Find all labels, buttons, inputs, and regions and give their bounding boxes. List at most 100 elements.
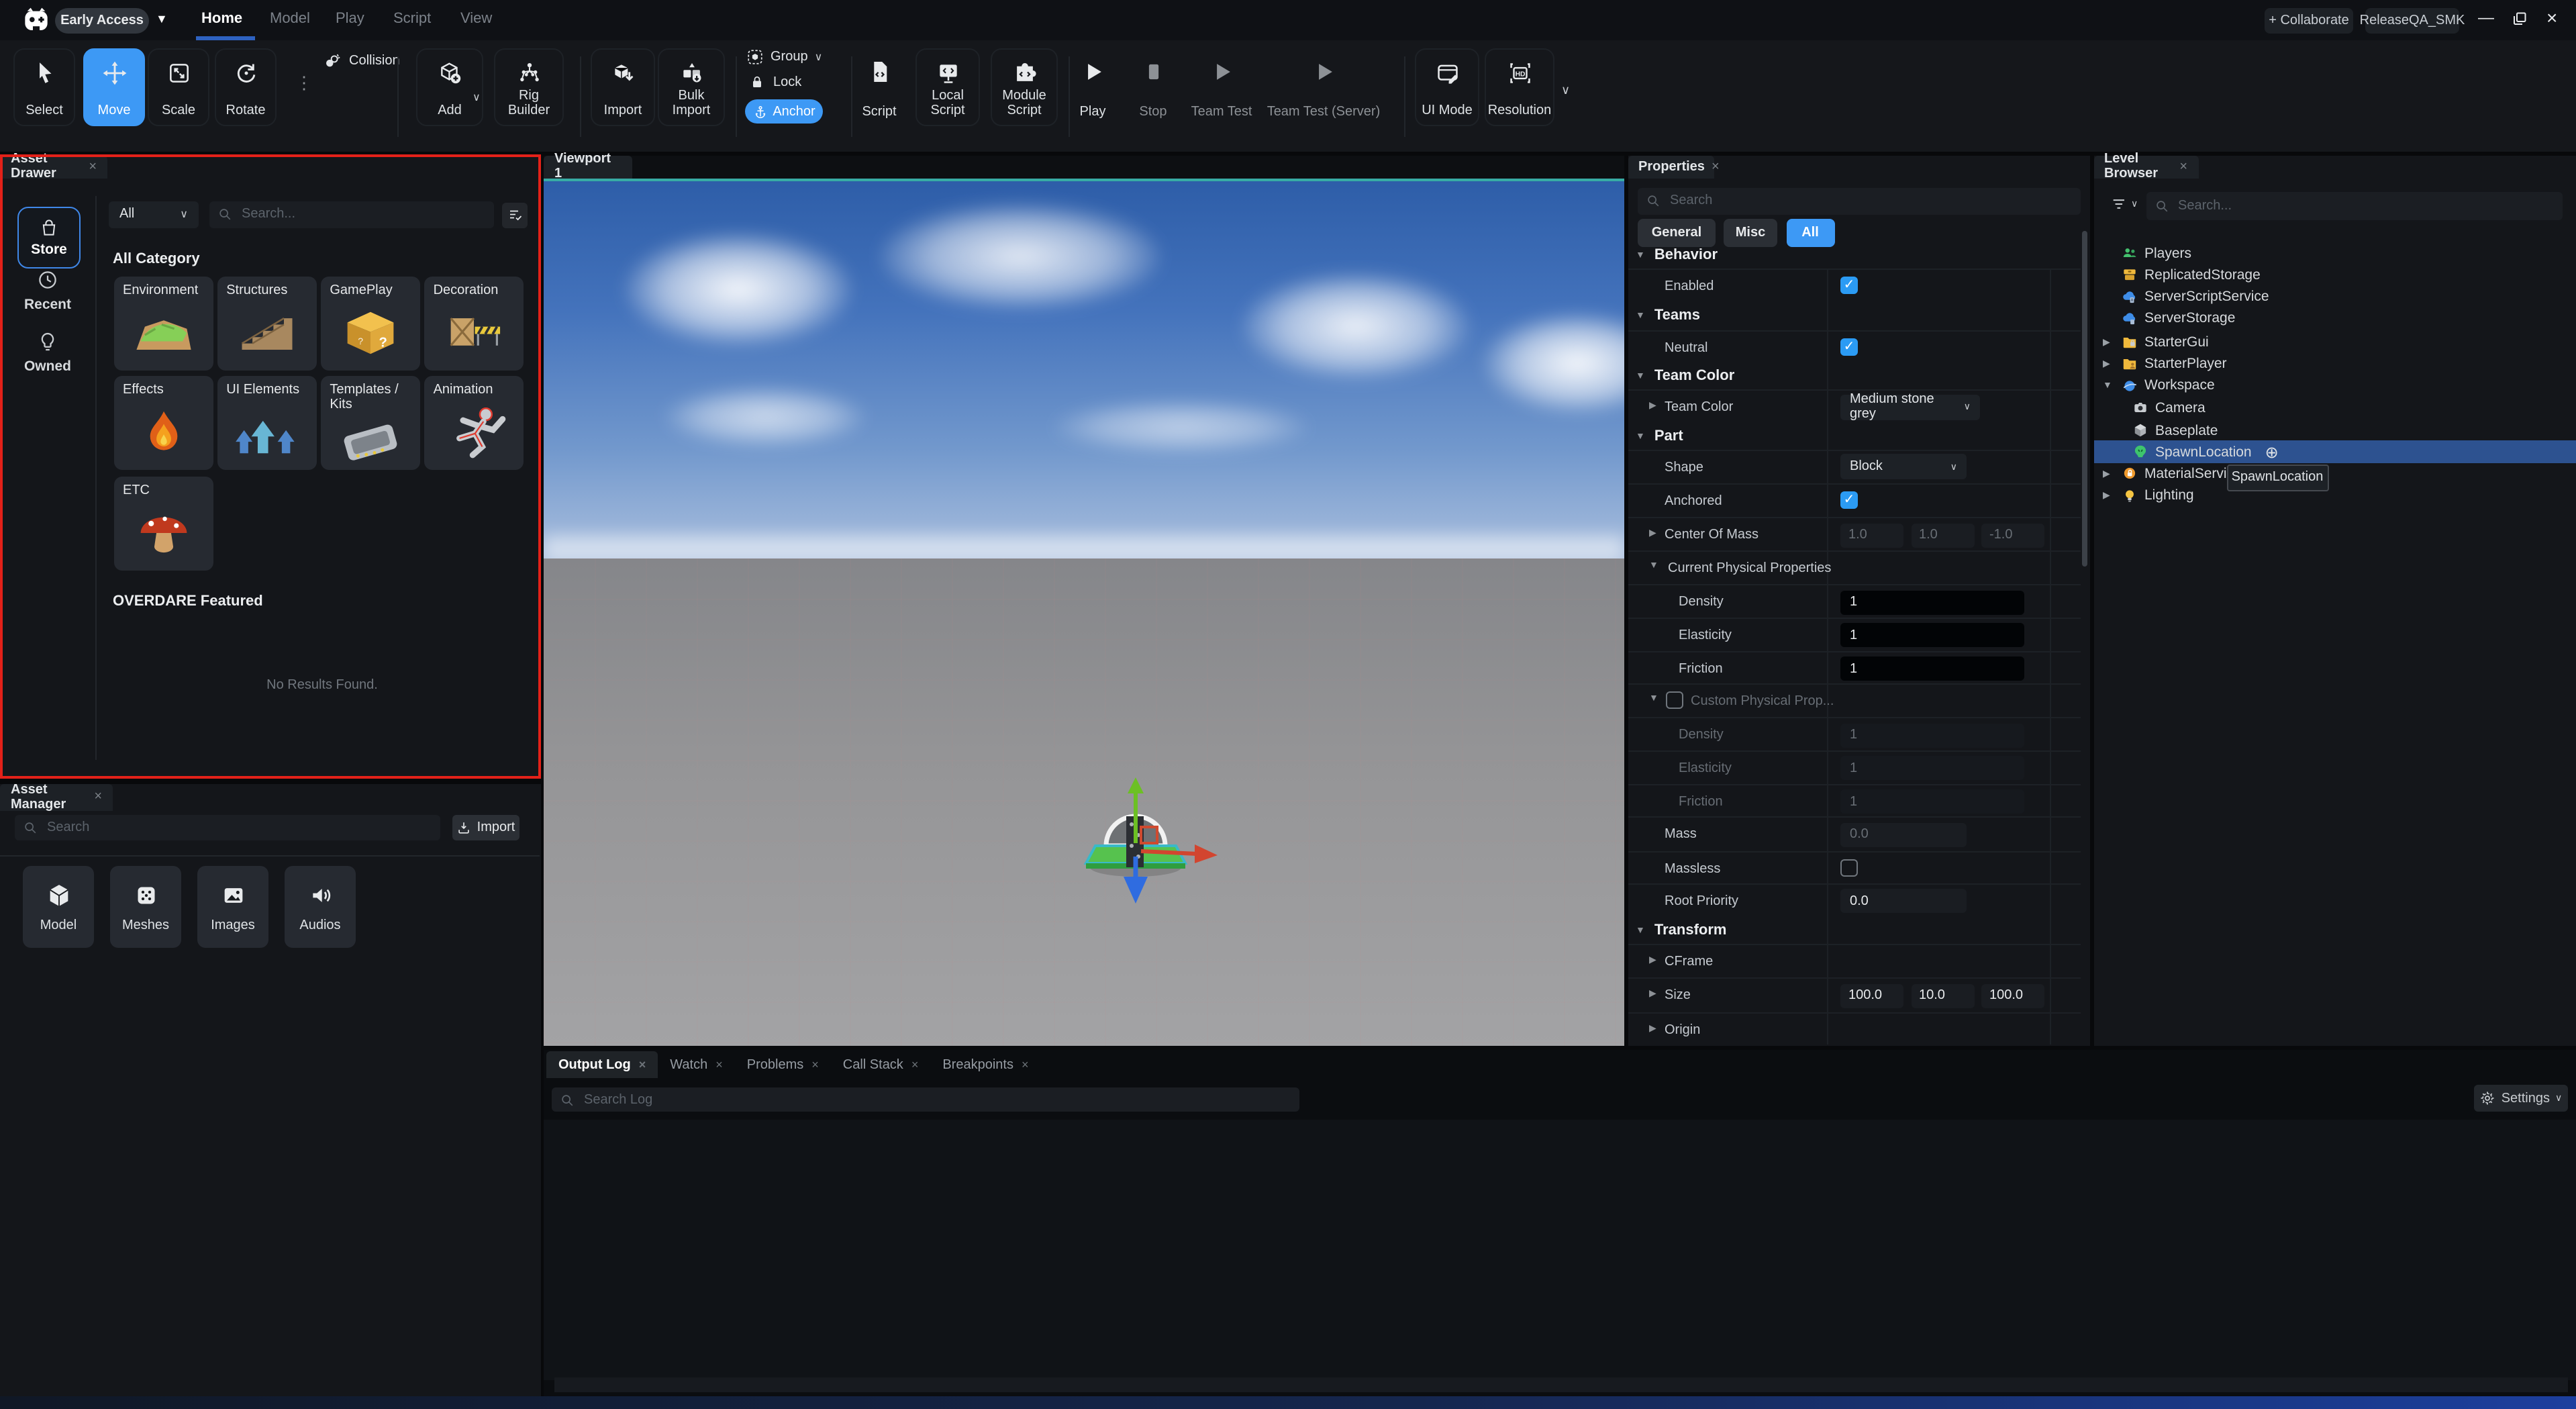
tree-item-starter-gui[interactable]: ▶ StarterGui	[2093, 331, 2576, 353]
expand-caret-icon[interactable]: ▶	[1649, 988, 1656, 999]
transform-section-header[interactable]: ▼Transform	[1628, 918, 2080, 943]
resolution-chevron-icon[interactable]: ∨	[1561, 83, 1570, 98]
menu-tab-script[interactable]: Script	[393, 11, 431, 27]
asset-manager-tab[interactable]: Asset Manager ×	[0, 784, 113, 810]
com-z-field[interactable]: -1.0	[1981, 523, 2044, 547]
massless-checkbox[interactable]	[1840, 859, 1858, 876]
tab-close-icon[interactable]: ×	[811, 1058, 819, 1071]
log-search-input[interactable]	[581, 1091, 1291, 1108]
category-filter-dropdown[interactable]: All ∨	[109, 201, 199, 228]
expand-caret-icon[interactable]: ▶	[2103, 469, 2114, 479]
lock-button[interactable]: Lock	[749, 74, 801, 90]
expand-caret-icon[interactable]: ▶	[1649, 400, 1656, 411]
tab-call-stack[interactable]: Call Stack×	[831, 1051, 931, 1078]
size-y-field[interactable]: 10.0	[1911, 983, 1974, 1008]
tab-close-icon[interactable]: ×	[715, 1058, 723, 1071]
expand-caret-icon[interactable]: ▶	[1649, 528, 1656, 538]
tab-watch[interactable]: Watch×	[658, 1051, 734, 1078]
expand-caret-icon[interactable]: ▶	[2103, 358, 2114, 369]
team-color-section-header[interactable]: ▼Team Color	[1628, 363, 2080, 389]
team-test-server-button[interactable]: Team Test (Server)	[1265, 48, 1383, 126]
tree-item-replicated-storage[interactable]: ReplicatedStorage	[2093, 264, 2576, 286]
tab-close-icon[interactable]: ×	[911, 1058, 919, 1071]
level-browser-close-icon[interactable]: ×	[2179, 160, 2187, 175]
asset-type-images[interactable]: Images	[197, 866, 268, 948]
import-button[interactable]: Import	[591, 48, 655, 126]
com-x-field[interactable]: 1.0	[1840, 523, 1903, 547]
asset-manager-close-icon[interactable]: ×	[94, 790, 102, 805]
friction-field[interactable]: 1	[1840, 657, 2024, 681]
tree-item-players[interactable]: Players	[2093, 242, 2576, 264]
asset-import-button[interactable]: Import	[452, 815, 519, 840]
asset-manager-search-input[interactable]	[44, 819, 432, 836]
expand-caret-icon[interactable]: ▶	[1649, 955, 1656, 965]
anchored-checkbox[interactable]: ✓	[1840, 491, 1858, 508]
tree-item-workspace[interactable]: ▼ Workspace	[2093, 375, 2576, 397]
menu-tab-model[interactable]: Model	[270, 11, 310, 27]
category-card-ui-elements[interactable]: UI Elements	[217, 377, 316, 471]
tab-breakpoints[interactable]: Breakpoints×	[930, 1051, 1040, 1078]
tab-close-icon[interactable]: ×	[639, 1058, 646, 1071]
density-field[interactable]: 1	[1840, 590, 2024, 614]
local-script-button[interactable]: Local Script	[915, 48, 980, 126]
elasticity-field[interactable]: 1	[1840, 623, 2024, 647]
add-chevron-icon[interactable]: ∨	[473, 91, 481, 103]
tree-filter-button[interactable]: ∨	[2110, 194, 2138, 213]
anchor-button[interactable]: Anchor	[745, 99, 823, 124]
window-restore-button[interactable]	[2512, 11, 2528, 27]
scale-tool-button[interactable]: Scale	[148, 48, 209, 126]
select-tool-button[interactable]: Select	[13, 48, 75, 126]
asset-drawer-tab[interactable]: Asset Drawer ×	[0, 155, 107, 179]
size-z-field[interactable]: 100.0	[1981, 983, 2044, 1008]
mass-field[interactable]: 0.0	[1840, 822, 1967, 846]
menu-tab-play[interactable]: Play	[336, 11, 364, 27]
tree-search-input[interactable]	[2175, 197, 2554, 215]
module-script-button[interactable]: Module Script	[991, 48, 1058, 126]
tree-item-server-storage[interactable]: ServerStorage	[2093, 307, 2576, 330]
move-tool-button[interactable]: Move	[83, 48, 145, 126]
asset-filter-button[interactable]	[502, 202, 528, 228]
store-nav-button[interactable]: Store	[17, 206, 81, 268]
asset-type-meshes[interactable]: Meshes	[110, 866, 181, 948]
asset-search-input[interactable]	[239, 205, 486, 223]
tree-item-material-service[interactable]: ▶ MaterialService	[2093, 463, 2576, 485]
recent-nav-button[interactable]: Recent	[16, 268, 79, 312]
group-button[interactable]: Group ∨	[746, 48, 822, 66]
tree-item-baseplate[interactable]: Baseplate	[2093, 420, 2576, 442]
properties-tab[interactable]: Properties ×	[1628, 155, 1714, 179]
menu-tab-view[interactable]: View	[460, 11, 492, 27]
move-gizmo[interactable]	[1055, 775, 1230, 910]
custom-physical-header-row[interactable]: ▼ Custom Physical Prop...	[1628, 683, 2080, 716]
script-button[interactable]: Script	[848, 48, 910, 126]
window-close-button[interactable]: ×	[2546, 7, 2557, 28]
tree-item-server-script-service[interactable]: ServerScriptService	[2093, 286, 2576, 308]
rotate-tool-button[interactable]: Rotate	[215, 48, 277, 126]
custom-friction-field[interactable]: 1	[1840, 789, 2024, 814]
tree-item-spawn-location[interactable]: SpawnLocation ⊕	[2093, 441, 2576, 463]
category-card-environment[interactable]: Environment	[113, 276, 213, 370]
stop-button[interactable]: Stop	[1125, 48, 1181, 126]
window-minimize-button[interactable]: —	[2478, 8, 2494, 27]
properties-close-icon[interactable]: ×	[1712, 160, 1720, 175]
part-section-header[interactable]: ▼Part	[1628, 424, 2080, 449]
asset-drawer-close-icon[interactable]: ×	[89, 160, 97, 175]
properties-scrollbar[interactable]	[2081, 230, 2087, 566]
collision-toggle[interactable]: Collision	[322, 51, 400, 71]
rig-builder-button[interactable]: Rig Builder	[494, 48, 564, 126]
teams-section-header[interactable]: ▼Teams	[1628, 303, 2080, 328]
neutral-checkbox[interactable]: ✓	[1840, 338, 1858, 355]
properties-search-input[interactable]	[1667, 192, 2073, 209]
custom-density-field[interactable]: 1	[1840, 723, 2024, 747]
collaborate-button[interactable]: + Collaborate	[2265, 8, 2353, 34]
team-color-dropdown[interactable]: Medium stone grey∨	[1840, 394, 1980, 420]
expand-caret-icon[interactable]: ▶	[2103, 491, 2114, 501]
expand-caret-icon[interactable]: ▶	[1649, 1022, 1656, 1033]
size-x-field[interactable]: 100.0	[1840, 983, 1903, 1008]
custom-physical-checkbox[interactable]	[1665, 691, 1683, 709]
behavior-section-header[interactable]: ▼Behavior	[1628, 242, 2080, 268]
com-y-field[interactable]: 1.0	[1911, 523, 1974, 547]
bulk-import-button[interactable]: Bulk Import	[658, 48, 725, 126]
log-settings-button[interactable]: Settings ∨	[2474, 1085, 2568, 1112]
category-card-effects[interactable]: Effects	[113, 377, 213, 471]
ui-mode-button[interactable]: UI Mode	[1415, 48, 1479, 126]
